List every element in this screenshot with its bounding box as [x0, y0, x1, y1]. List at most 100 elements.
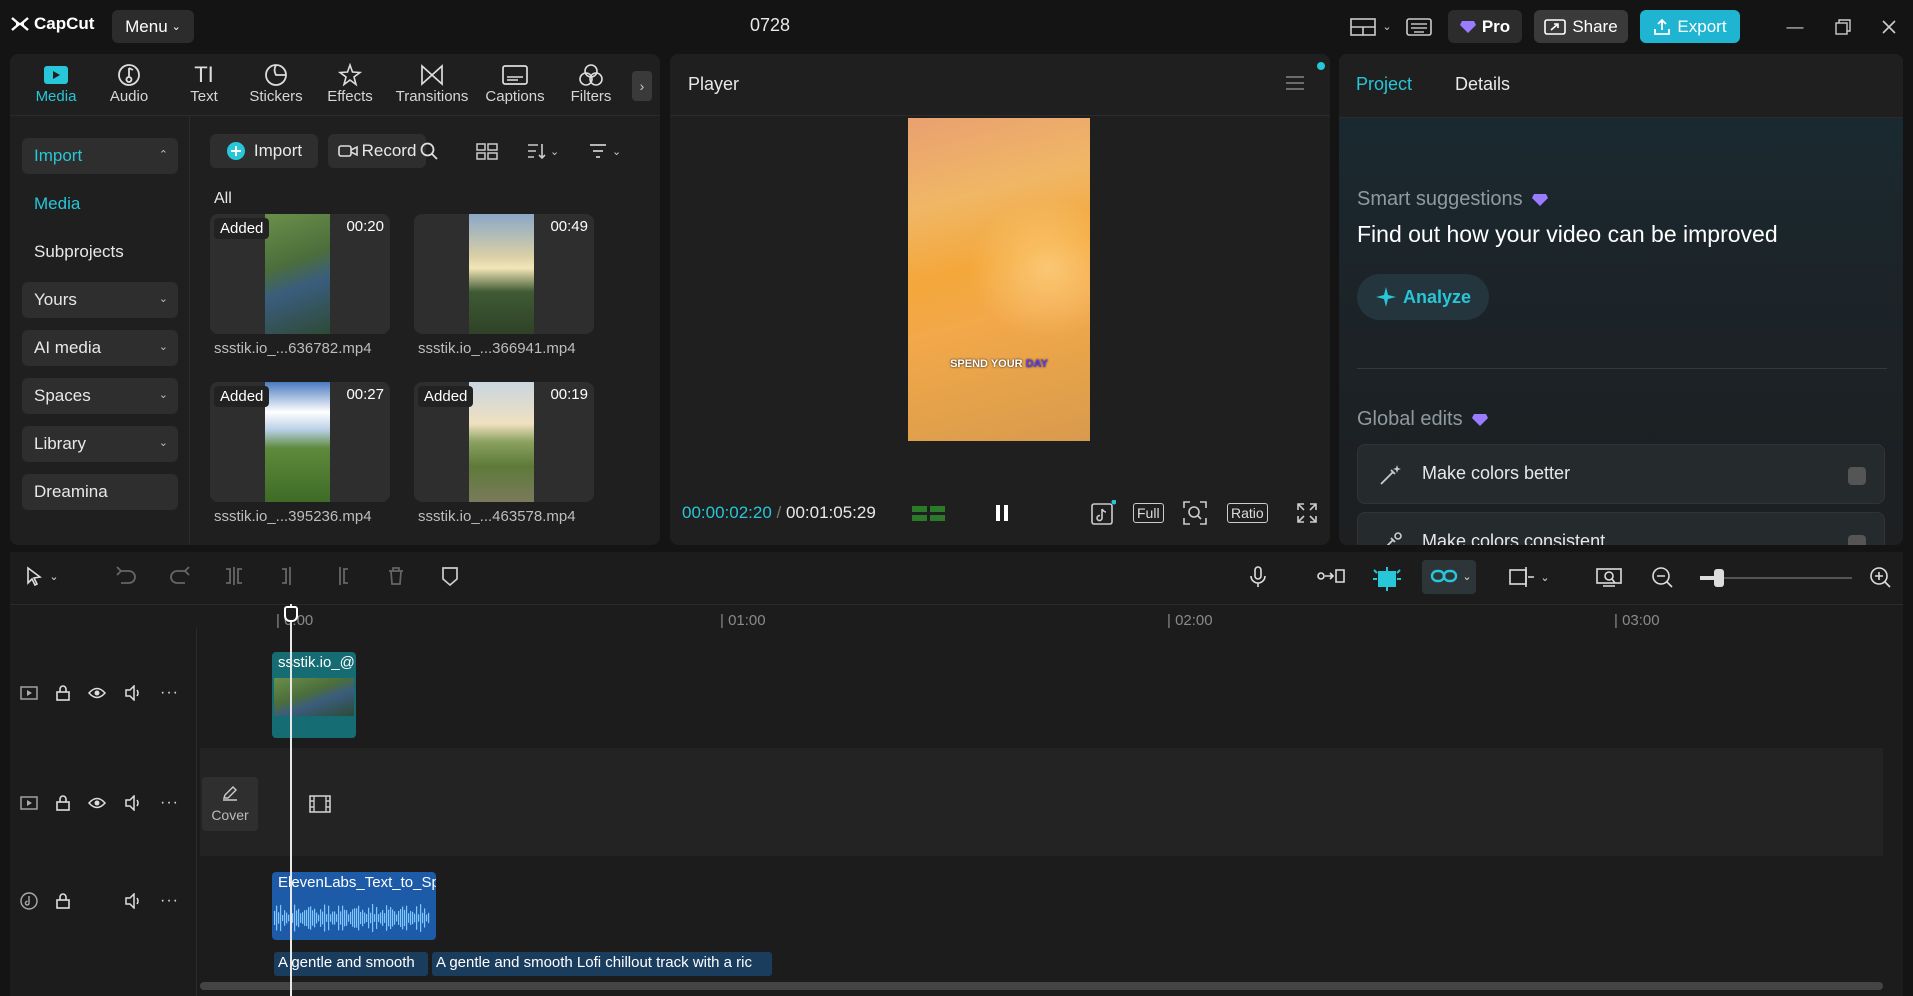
sidebar-item-import[interactable]: Import ⌃ [22, 138, 178, 174]
linkage-button[interactable]: ⌄ [1422, 560, 1478, 594]
sidebar-item-yours[interactable]: Yours ⌄ [22, 282, 178, 318]
pause-icon [996, 505, 1008, 521]
eye-icon[interactable] [88, 796, 106, 810]
edit-make-colors-better[interactable]: Make colors better [1357, 444, 1885, 504]
redo-icon [170, 566, 190, 584]
cover-button[interactable]: Cover [202, 777, 258, 831]
preview-axis-button[interactable]: ⌄ [1502, 566, 1556, 588]
export-button[interactable]: Export [1640, 10, 1740, 43]
sidebar-item-library[interactable]: Library ⌄ [22, 426, 178, 462]
sidebar-item-dreamina[interactable]: Dreamina [22, 474, 178, 510]
speaker-icon[interactable] [124, 893, 142, 909]
sidebar-item-spaces[interactable]: Spaces ⌄ [22, 378, 178, 414]
undo-button[interactable] [114, 566, 138, 586]
sidebar-item-subprojects[interactable]: Subprojects [22, 234, 178, 270]
project-title[interactable]: 0728 [740, 15, 800, 36]
player-menu-button[interactable] [1285, 74, 1305, 92]
media-item[interactable]: 00:49 [414, 214, 594, 334]
sidebar-item-media[interactable]: Media [22, 186, 178, 222]
record-button[interactable]: Record [328, 134, 426, 168]
zoom-in-button[interactable] [1868, 566, 1892, 588]
menu-button[interactable]: Menu ⌄ [112, 10, 194, 43]
select-tool-button[interactable]: ⌄ [22, 566, 62, 586]
zoom-out-button[interactable] [1650, 566, 1674, 588]
delete-button[interactable] [384, 566, 408, 586]
split-right-button[interactable] [330, 566, 354, 586]
pause-button[interactable] [992, 502, 1012, 524]
audio-track-controls: ··· [20, 892, 190, 910]
shortcuts-button[interactable] [1404, 10, 1434, 43]
grid-view-button[interactable] [476, 134, 500, 168]
playhead-handle[interactable] [284, 606, 298, 622]
playhead[interactable] [284, 604, 298, 996]
speaker-icon[interactable] [124, 685, 142, 701]
tab-filters[interactable]: Filters [555, 62, 627, 105]
close-button[interactable] [1874, 10, 1904, 43]
sidebar-item-label: AI media [34, 338, 102, 357]
edit-toggle[interactable] [1848, 535, 1866, 545]
media-item[interactable]: Added 00:20 [210, 214, 390, 334]
tab-details[interactable]: Details [1455, 74, 1510, 95]
filter-button[interactable]: ⌄ [588, 134, 628, 168]
media-item[interactable]: Added 00:27 [210, 382, 390, 502]
more-icon[interactable]: ··· [160, 684, 179, 702]
text-clip[interactable]: A gentle and smooth Lofi chillout track … [432, 952, 772, 976]
scrollbar-thumb[interactable] [200, 982, 1883, 990]
marker-button[interactable] [438, 566, 462, 586]
lock-icon[interactable] [56, 893, 70, 909]
zoom-slider-handle[interactable] [1714, 569, 1724, 587]
tab-captions[interactable]: Captions [479, 62, 551, 105]
tab-text[interactable]: TI Text [168, 62, 240, 105]
more-icon[interactable]: ··· [160, 892, 179, 910]
search-button[interactable] [420, 134, 440, 168]
share-button[interactable]: Share [1534, 10, 1628, 43]
text-clip[interactable]: A gentle and smooth [274, 952, 428, 976]
lock-icon[interactable] [56, 795, 70, 811]
maximize-button[interactable] [1828, 10, 1858, 43]
split-left-button[interactable] [276, 566, 300, 586]
speaker-icon[interactable] [124, 795, 142, 811]
top-bar: CapCut Menu ⌄ 0728 ⌄ Pro Share Export — [0, 0, 1913, 52]
tab-media[interactable]: Media [20, 62, 92, 105]
main-track-link-button[interactable] [1316, 566, 1346, 586]
waveform-bar [300, 913, 302, 923]
pro-button[interactable]: Pro [1448, 10, 1522, 43]
redo-button[interactable] [168, 566, 192, 586]
tab-audio[interactable]: Audio [93, 62, 165, 105]
split-button[interactable] [222, 566, 246, 586]
lock-icon[interactable] [56, 685, 70, 701]
analyze-button[interactable]: Analyze [1357, 274, 1489, 320]
tabs-next-button[interactable]: › [632, 71, 652, 101]
edit-make-colors-consistent[interactable]: Make colors consistent [1357, 512, 1885, 545]
ratio-button[interactable]: Ratio [1227, 503, 1268, 523]
layout-button[interactable]: ⌄ [1346, 10, 1396, 43]
tab-stickers[interactable]: Stickers [240, 62, 312, 105]
timeline-scrollbar[interactable] [200, 982, 1883, 990]
properties-panel: Project Details Smart suggestions Find o… [1339, 54, 1903, 545]
record-voiceover-button[interactable] [1246, 566, 1270, 588]
sidebar-item-ai-media[interactable]: AI media ⌄ [22, 330, 178, 366]
tab-transitions[interactable]: Transitions [387, 62, 477, 105]
video-preview[interactable]: SPEND YOUR DAY [908, 118, 1090, 441]
minimize-button[interactable]: — [1780, 10, 1810, 43]
import-button[interactable]: Import [210, 134, 318, 168]
full-quality-button[interactable]: Full [1133, 503, 1164, 523]
tab-project[interactable]: Project [1356, 74, 1412, 95]
added-badge: Added [418, 386, 474, 407]
zoom-fit-button[interactable] [1594, 566, 1624, 588]
more-icon[interactable]: ··· [160, 794, 179, 812]
edit-toggle[interactable] [1848, 467, 1866, 485]
fullscreen-button[interactable] [1296, 502, 1318, 524]
snap-button[interactable] [1370, 566, 1404, 592]
zoom-preview-button[interactable] [1182, 500, 1208, 526]
eye-icon[interactable] [88, 686, 106, 700]
video-clip[interactable]: ssstik.io_@ [272, 652, 356, 738]
tiktok-button[interactable] [1090, 500, 1116, 526]
zoom-slider[interactable] [1700, 569, 1852, 587]
sort-button[interactable]: ⌄ [526, 134, 566, 168]
export-icon [1654, 18, 1671, 35]
audio-clip[interactable]: ElevenLabs_Text_to_Sp [272, 872, 436, 940]
tab-effects[interactable]: Effects [314, 62, 386, 105]
fullscreen-icon [1297, 503, 1317, 523]
media-item[interactable]: Added 00:19 [414, 382, 594, 502]
